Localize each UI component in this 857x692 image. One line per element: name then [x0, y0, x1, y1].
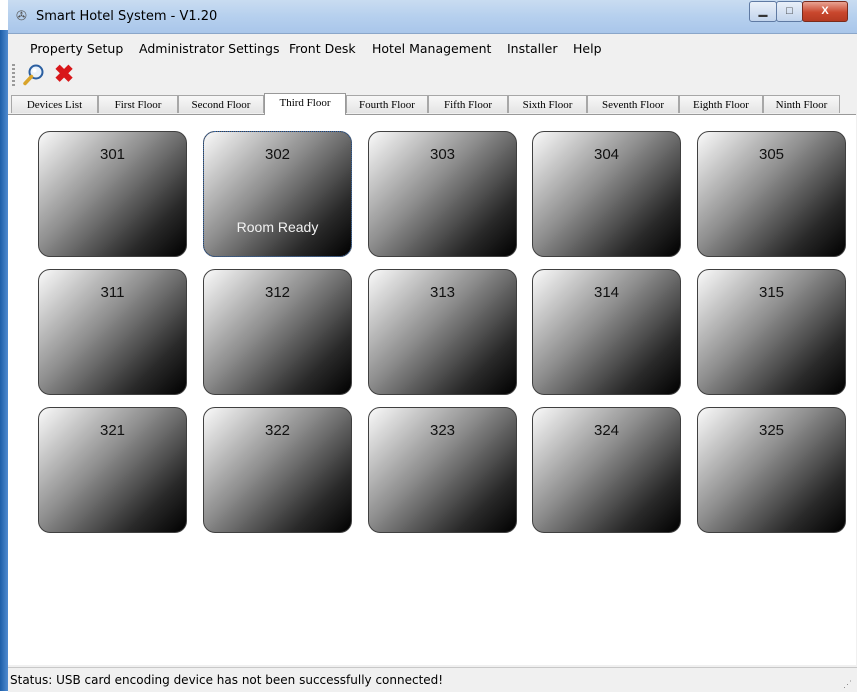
- room-number: 313: [429, 284, 456, 301]
- room-number: 323: [429, 422, 456, 439]
- room-tile-311[interactable]: 311: [38, 269, 187, 395]
- maximize-icon: □: [786, 5, 793, 17]
- window-left-edge: [0, 30, 8, 691]
- tab-fourth-floor[interactable]: Fourth Floor: [346, 95, 428, 113]
- toolbar: ✖: [8, 60, 857, 90]
- room-tile-301[interactable]: 301: [38, 131, 187, 257]
- app-window: ✇ Smart Hotel System - V1.20 ▁ □ X Prope…: [8, 0, 857, 692]
- menu-bar: Property Setup Administrator Settings Fr…: [8, 36, 857, 58]
- status-message: Status: USB card encoding device has not…: [10, 673, 444, 687]
- toolbar-grip-handle[interactable]: [12, 64, 15, 86]
- room-number: 324: [593, 422, 620, 439]
- search-button[interactable]: [22, 63, 46, 87]
- menu-front-desk[interactable]: Front Desk: [289, 41, 356, 56]
- room-number: 325: [758, 422, 785, 439]
- room-tile-304[interactable]: 304: [532, 131, 681, 257]
- menu-help[interactable]: Help: [573, 41, 602, 56]
- status-bar: Status: USB card encoding device has not…: [8, 667, 857, 692]
- room-tile-323[interactable]: 323: [368, 407, 517, 533]
- tab-fifth-floor[interactable]: Fifth Floor: [428, 95, 508, 113]
- room-tile-312[interactable]: 312: [203, 269, 352, 395]
- menu-property-setup[interactable]: Property Setup: [30, 41, 123, 56]
- tab-second-floor[interactable]: Second Floor: [178, 95, 264, 113]
- tab-ninth-floor[interactable]: Ninth Floor: [763, 95, 840, 113]
- minimize-icon: ▁: [758, 5, 768, 17]
- room-number: 301: [99, 146, 126, 163]
- room-number: 305: [758, 146, 785, 163]
- window-title: Smart Hotel System - V1.20: [36, 9, 218, 24]
- menu-administrator-settings[interactable]: Administrator Settings: [139, 41, 279, 56]
- floor-tabs: Devices List First Floor Second Floor Th…: [8, 93, 857, 115]
- room-tile-324[interactable]: 324: [532, 407, 681, 533]
- red-x-icon: ✖: [53, 61, 75, 88]
- room-number: 311: [100, 284, 125, 301]
- magnifier-icon: [23, 64, 44, 86]
- room-tile-322[interactable]: 322: [203, 407, 352, 533]
- minimize-button[interactable]: ▁: [749, 1, 777, 22]
- room-tile-314[interactable]: 314: [532, 269, 681, 395]
- room-number: 315: [758, 284, 785, 301]
- room-tile-315[interactable]: 315: [697, 269, 846, 395]
- close-icon: X: [821, 5, 829, 17]
- room-tile-303[interactable]: 303: [368, 131, 517, 257]
- room-number: 303: [429, 146, 456, 163]
- close-window-button[interactable]: X: [802, 1, 848, 22]
- room-number: 322: [264, 422, 291, 439]
- room-tile-305[interactable]: 305: [697, 131, 846, 257]
- menu-hotel-management[interactable]: Hotel Management: [372, 41, 491, 56]
- room-number: 321: [99, 422, 126, 439]
- tab-eighth-floor[interactable]: Eighth Floor: [679, 95, 763, 113]
- room-tile-325[interactable]: 325: [697, 407, 846, 533]
- tab-sixth-floor[interactable]: Sixth Floor: [508, 95, 587, 113]
- tab-seventh-floor[interactable]: Seventh Floor: [587, 95, 679, 113]
- tab-third-floor[interactable]: Third Floor: [264, 93, 346, 115]
- title-bar[interactable]: ✇ Smart Hotel System - V1.20 ▁ □ X: [8, 0, 857, 34]
- room-number: 304: [593, 146, 620, 163]
- tab-devices-list[interactable]: Devices List: [11, 95, 98, 113]
- room-tile-321[interactable]: 321: [38, 407, 187, 533]
- room-grid-panel: 301 302 Room Ready 303 304 305 311 312 3…: [8, 114, 856, 665]
- room-tile-302[interactable]: 302 Room Ready: [203, 131, 352, 257]
- maximize-button[interactable]: □: [776, 1, 803, 22]
- room-tile-313[interactable]: 313: [368, 269, 517, 395]
- menu-installer[interactable]: Installer: [507, 41, 557, 56]
- delete-button[interactable]: ✖: [52, 63, 76, 87]
- room-status: Room Ready: [236, 219, 319, 235]
- room-number: 314: [593, 284, 620, 301]
- tab-first-floor[interactable]: First Floor: [98, 95, 178, 113]
- app-icon: ✇: [16, 8, 27, 23]
- resize-grip-icon[interactable]: ⋰: [843, 679, 853, 689]
- room-number: 312: [264, 284, 291, 301]
- room-number: 302: [264, 146, 291, 163]
